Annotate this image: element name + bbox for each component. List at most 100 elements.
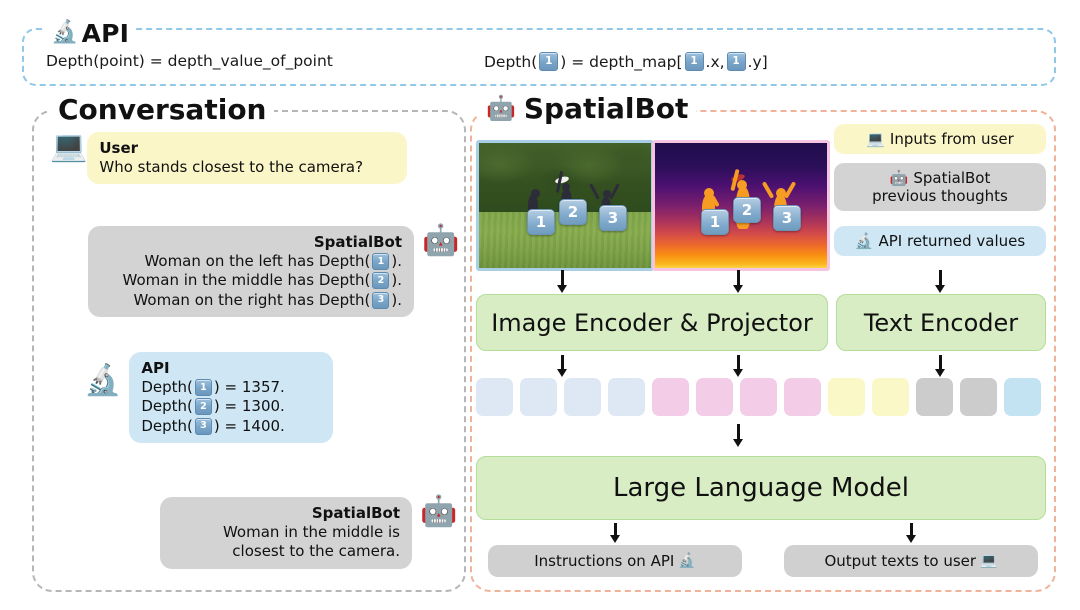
message-sender: SpatialBot [172, 504, 400, 523]
point-badge-1: 1 [372, 253, 389, 270]
point-badge-2: 1 [685, 52, 704, 71]
token-4 [608, 378, 645, 416]
image-encoder-box: Image Encoder & Projector [476, 294, 828, 351]
bot-depth-line-3: Woman on the right has Depth( 3 ). [100, 291, 402, 310]
message-api-values: 🔬 API Depth( 1 ) = 1357. Depth( 2 ) = 13… [84, 352, 333, 443]
api-depth-line-3: Depth( 3 ) = 1400. [141, 417, 321, 436]
api-depth-line-2: Depth( 2 ) = 1300. [141, 397, 321, 416]
arrow-text-encoder-to-tokens [939, 355, 942, 370]
bot-message-bubble: SpatialBot Woman on the left has Depth( … [88, 226, 414, 317]
api-panel-title-label: API [82, 19, 130, 48]
output-label: Output texts to user [824, 552, 976, 570]
bot-depth-line-1: Woman on the left has Depth( 1 ). [100, 252, 402, 271]
message-spatialbot-depths: SpatialBot Woman on the left has Depth( … [88, 226, 459, 317]
token-12 [960, 378, 997, 416]
legend-label: SpatialBot [913, 169, 990, 187]
depth-image-content: 1 2 3 [655, 143, 827, 268]
person-2-head [562, 183, 570, 191]
line-text-pre: Woman on the right has Depth( [133, 291, 370, 310]
arrow-legend-to-text-encoder [939, 270, 942, 286]
arrow-image-encoder-to-tokens [561, 355, 564, 370]
point-badge-3: 3 [372, 292, 389, 309]
legend-api-returned-values: 🔬 API returned values [834, 226, 1046, 256]
robot-icon: 🤖 [420, 497, 457, 527]
message-sender: User [99, 139, 395, 158]
formula-part-1: Depth( [484, 53, 537, 71]
arrow-llm-to-instructions [614, 523, 617, 536]
large-language-model-box: Large Language Model [476, 456, 1046, 520]
output-texts-to-user-box: Output texts to user 💻 [784, 545, 1038, 577]
bot-answer-line-2: closest to the camera. [172, 542, 400, 561]
arrow-llm-to-output [910, 523, 913, 536]
token-11 [916, 378, 953, 416]
line-text-post: ) = 1400. [214, 417, 285, 436]
api-formula-point: Depth(point) = depth_value_of_point [46, 52, 333, 70]
depth-point-badge-3: 3 [773, 205, 801, 231]
token-10 [872, 378, 909, 416]
token-7 [740, 378, 777, 416]
legend-line-1: 🤖 SpatialBot [890, 169, 991, 187]
line-text-pre: Woman in the middle has Depth( [123, 271, 371, 290]
point-badge-3: 3 [195, 418, 212, 435]
line-text-post: ). [391, 291, 402, 310]
line-text-post: ). [391, 271, 402, 290]
api-panel-title: 🔬 API [44, 20, 136, 46]
line-text-post: ). [391, 252, 402, 271]
token-sequence [476, 378, 1044, 416]
depth-point-badge-2: 2 [733, 197, 761, 223]
depth-point-badge-1: 1 [701, 209, 729, 235]
user-message-text: Who stands closest to the camera? [99, 158, 363, 176]
robot-icon: 🤖 [890, 171, 909, 186]
line-text-pre: Depth( [141, 417, 193, 436]
token-1 [476, 378, 513, 416]
robot-icon: 🤖 [486, 96, 516, 120]
text-encoder-box: Text Encoder [836, 294, 1046, 351]
depth-map-image: 1 2 3 [652, 140, 830, 271]
token-5 [652, 378, 689, 416]
api-formula-point-text: Depth(point) = depth_value_of_point [46, 52, 333, 70]
robot-icon: 🤖 [422, 226, 459, 256]
legend-inputs-from-user: 💻 Inputs from user [834, 124, 1046, 154]
line-text-pre: Depth( [141, 378, 193, 397]
token-13 [1004, 378, 1041, 416]
point-badge-2: 2 [372, 272, 389, 289]
token-6 [696, 378, 733, 416]
line-text-pre: Woman on the left has Depth( [144, 252, 370, 271]
point-badge-3: 1 [727, 52, 746, 71]
arrow-tokens-to-llm [737, 424, 740, 440]
microscope-icon: 🔬 [855, 234, 874, 249]
token-9 [828, 378, 865, 416]
spatialbot-panel-title-label: SpatialBot [524, 92, 689, 125]
instructions-label: Instructions on API [534, 552, 674, 570]
formula-part-3: .x, [706, 53, 725, 71]
rgb-point-badge-3: 3 [599, 205, 627, 231]
token-8 [784, 378, 821, 416]
microscope-icon: 🔬 [51, 22, 79, 44]
token-2 [520, 378, 557, 416]
person-with-laptop-icon: 💻 [50, 132, 87, 162]
person-with-laptop-icon: 💻 [866, 132, 885, 147]
api-formula-depthmap: Depth( 1 ) = depth_map[ 1 .x, 1 .y] [484, 52, 768, 71]
depth-person-2-head [737, 180, 747, 190]
legend-previous-thoughts: 🤖 SpatialBot previous thoughts [834, 163, 1046, 211]
person-with-laptop-icon: 💻 [980, 554, 997, 568]
formula-part-4: .y] [748, 53, 768, 71]
point-badge-1: 1 [539, 52, 558, 71]
legend-label: API returned values [879, 232, 1026, 250]
rgb-point-badge-1: 1 [527, 209, 555, 235]
spatialbot-panel-title: 🤖 SpatialBot [478, 92, 696, 124]
api-message-bubble: API Depth( 1 ) = 1357. Depth( 2 ) = 1300… [129, 352, 333, 443]
person-1-head [531, 189, 540, 198]
point-badge-2: 2 [195, 398, 212, 415]
line-text-pre: Depth( [141, 397, 193, 416]
bot-depth-line-2: Woman in the middle has Depth( 2 ). [100, 271, 402, 290]
message-sender: SpatialBot [100, 233, 402, 252]
api-depth-line-1: Depth( 1 ) = 1357. [141, 378, 321, 397]
bot-answer-line-1: Woman in the middle is [172, 523, 400, 542]
line-text-post: ) = 1357. [214, 378, 285, 397]
legend-label: Inputs from user [890, 130, 1014, 148]
message-sender: API [141, 359, 321, 378]
microscope-icon: 🔬 [84, 366, 121, 396]
message-spatialbot-answer: SpatialBot Woman in the middle is closes… [160, 497, 457, 569]
arrow-rgb-to-encoder [561, 270, 564, 286]
